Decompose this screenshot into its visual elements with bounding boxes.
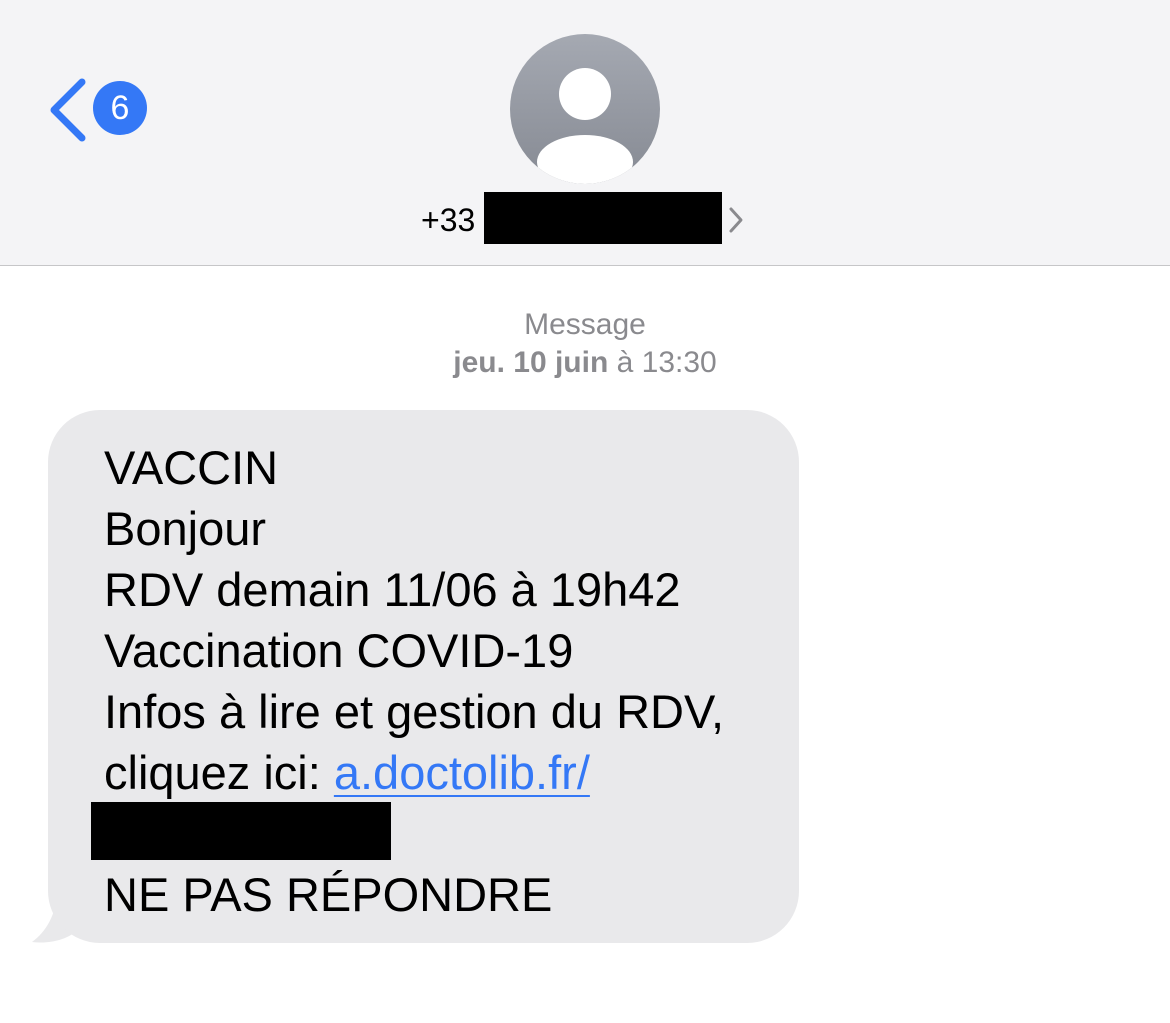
doctolib-link[interactable]: a.doctolib.fr/	[334, 746, 590, 799]
message-date-day: jeu. 10 juin	[453, 346, 609, 379]
unread-count-badge: 6	[93, 81, 147, 135]
link-redaction	[91, 802, 391, 860]
message-bubble-body: VACCIN Bonjour RDV demain 11/06 à 19h42 …	[48, 410, 799, 943]
message-line-prefix: cliquez ici:	[104, 746, 334, 799]
message-line: Infos à lire et gestion du RDV,	[104, 685, 725, 738]
message-bubble[interactable]: VACCIN Bonjour RDV demain 11/06 à 19h42 …	[30, 410, 810, 950]
message-date-time: à 13:30	[608, 346, 717, 379]
phone-number-redaction	[484, 192, 722, 244]
chevron-right-icon	[729, 207, 743, 233]
chevron-left-icon	[50, 78, 86, 142]
service-label: Message	[524, 308, 646, 341]
conversation-header: 6 +33	[0, 0, 1170, 266]
message-line: RDV demain 11/06 à 19h42	[104, 563, 681, 616]
phone-number-prefix: +33	[421, 202, 476, 238]
message-line: NE PAS RÉPONDRE	[104, 868, 553, 921]
contact-avatar[interactable]	[510, 34, 660, 184]
message-line: cliquez ici: a.doctolib.fr/	[104, 742, 804, 803]
message-line: Vaccination COVID-19	[104, 624, 574, 677]
contact-name-button[interactable]: +33	[0, 190, 1170, 246]
message-line: Bonjour	[104, 502, 266, 555]
back-button[interactable]: 6	[44, 78, 154, 142]
person-icon	[537, 68, 633, 184]
message-date: jeu. 10 juin à 13:30	[0, 344, 1170, 382]
message-line: VACCIN	[104, 441, 279, 494]
thread-timestamp: Message jeu. 10 juin à 13:30	[0, 306, 1170, 382]
